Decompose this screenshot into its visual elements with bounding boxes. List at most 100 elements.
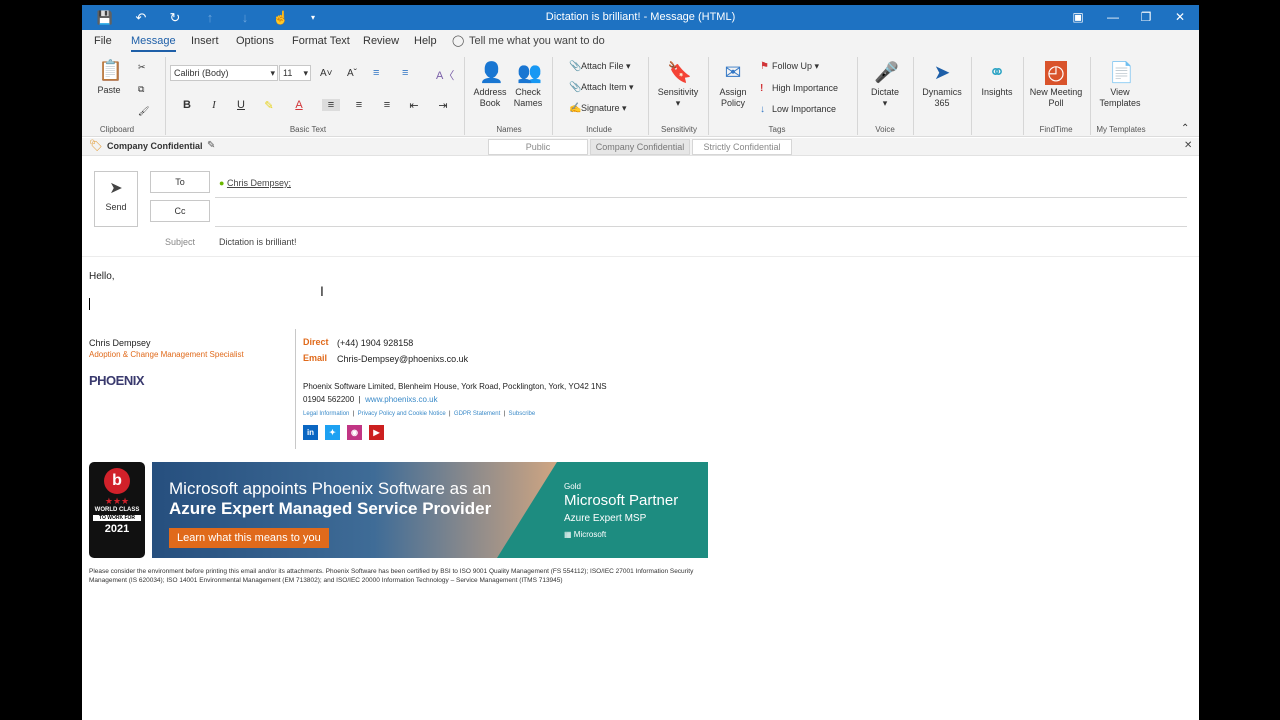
tab-review[interactable]: Review [363,35,399,47]
tell-me-search[interactable]: Tell me what you want to do [469,35,605,47]
font-color-icon[interactable]: A [290,99,308,111]
outlook-message-window: 💾 ↶ ↻ ↑ ↓ ☝ ▾ Dictation is brilliant! - … [82,5,1199,720]
align-right-icon[interactable]: ≡ [378,99,396,111]
send-icon: ➤ [109,180,123,197]
subscribe-link[interactable]: Subscribe [509,411,536,417]
promo-banner[interactable]: Microsoft appoints Phoenix Software as a… [152,462,708,558]
close-bar-icon[interactable]: ✕ [1184,140,1192,151]
dynamics-icon: ➤ [933,62,951,84]
dictate-button[interactable]: 🎤 Dictate ▾ [865,61,905,109]
subject-label: Subject [165,237,196,247]
copy-icon[interactable]: ⧉ [138,84,144,95]
sensitivity-option-public[interactable]: Public [488,139,588,155]
shrink-font-icon[interactable]: Aˇ [347,68,357,79]
to-button[interactable]: To [150,171,210,193]
divider [464,57,465,135]
banner-msp: Azure Expert MSP [564,513,647,524]
flag-icon: ⚑ [760,61,769,72]
tab-message[interactable]: Message [131,35,176,52]
linkedin-icon[interactable]: in [303,425,318,440]
bold-icon[interactable]: B [178,99,196,111]
font-size-select[interactable]: 11 ▾ [279,65,311,81]
paste-label: Paste [97,85,121,95]
sensitivity-option-strictly-confidential[interactable]: Strictly Confidential [692,139,792,155]
address-book-button[interactable]: 👤 Address Book [470,61,510,109]
highlight-icon[interactable]: ✎ [260,99,278,112]
divider [913,57,914,135]
new-meeting-poll-button[interactable]: ◴ New Meeting Poll [1028,61,1084,109]
phoenix-logo: PHOENIX [89,373,145,388]
check-names-button[interactable]: 👥 Check Names [510,61,546,109]
cc-field[interactable] [215,202,1187,222]
format-painter-icon[interactable]: 🖌 [138,106,149,117]
paste-button[interactable]: 📋 Paste [94,59,124,96]
view-templates-button[interactable]: 📄 View Templates [1096,61,1144,109]
italic-icon[interactable]: I [205,99,223,111]
tab-format-text[interactable]: Format Text [292,35,350,47]
gdpr-statement-link[interactable]: GDPR Statement [454,411,500,417]
subject-field[interactable]: Dictation is brilliant! [219,237,297,247]
privacy-policy-link[interactable]: Privacy Policy and Cookie Notice [358,411,446,417]
youtube-icon[interactable]: ▶ [369,425,384,440]
increase-indent-icon[interactable]: ⇥ [434,99,452,112]
follow-up-button[interactable]: ⚑ Follow Up ▾ [760,61,819,72]
check-names-icon: 👥 [517,62,542,84]
low-importance-button[interactable]: ↓ Low Importance [760,104,836,115]
restore-icon[interactable]: ❐ [1132,8,1160,27]
insights-button[interactable]: ⚭ Insights [978,61,1016,98]
divider [1090,57,1091,135]
close-icon[interactable]: ✕ [1166,8,1194,27]
website-link[interactable]: www.phoenixs.co.uk [365,395,437,404]
bullets-icon[interactable]: ≡ [373,67,379,79]
meeting-poll-icon: ◴ [1045,61,1067,85]
tab-file[interactable]: File [94,35,112,47]
stars-icon: ★★★ [104,496,130,506]
high-importance-button[interactable]: ! High Importance [760,83,838,94]
twitter-icon[interactable]: ✦ [325,425,340,440]
edit-icon[interactable]: ✎ [207,140,215,151]
instagram-icon[interactable]: ◉ [347,425,362,440]
decrease-indent-icon[interactable]: ⇤ [405,99,423,112]
attach-file-button[interactable]: 📎Attach File ▾ [569,61,631,72]
legal-information-link[interactable]: Legal Information [303,411,349,417]
styles-icon[interactable]: A〈 [436,67,454,83]
to-field[interactable]: ● Chris Dempsey; [219,178,291,188]
tab-help[interactable]: Help [414,35,437,47]
banner-gold: Gold [564,482,581,491]
microphone-icon: 🎤 [874,62,899,84]
templates-group-label: My Templates [1096,125,1146,134]
align-left-icon[interactable]: ≡ [322,99,340,111]
banner-cta-button[interactable]: Learn what this means to you [169,528,329,548]
menu-bar: File Message Insert Options Format Text … [82,30,1199,53]
paste-icon: 📋 [98,60,123,82]
divider [552,57,553,135]
paperclip-icon: 📎 [569,61,582,72]
minimize-icon[interactable]: — [1099,8,1127,27]
email-address[interactable]: Chris-Dempsey@phoenixs.co.uk [337,354,468,364]
assign-policy-button[interactable]: ✉ Assign Policy [714,61,752,109]
cc-button[interactable]: Cc [150,200,210,222]
cut-icon[interactable]: ✂ [138,62,146,73]
sensitivity-option-company-confidential[interactable]: Company Confidential [590,139,690,155]
dynamics-365-button[interactable]: ➤ Dynamics 365 [918,61,966,109]
tab-options[interactable]: Options [236,35,274,47]
b-logo-icon: b [104,468,130,494]
insights-icon: ⚭ [988,62,1006,84]
presence-icon: ● [219,178,225,188]
attach-item-button[interactable]: 📎Attach Item ▾ [569,82,634,93]
tab-insert[interactable]: Insert [191,35,219,47]
signature-button[interactable]: ✍Signature ▾ [569,103,627,114]
numbering-icon[interactable]: ≡ [402,67,408,79]
send-button[interactable]: ➤ Send [94,171,138,227]
font-name-select[interactable]: Calibri (Body) ▾ [170,65,278,81]
align-center-icon[interactable]: ≡ [350,99,368,111]
badge-year: 2021 [104,523,130,535]
collapse-ribbon-icon[interactable]: ⌃ [1181,123,1189,134]
grow-font-icon[interactable]: A˅ [320,68,333,79]
window-title: Dictation is brilliant! - Message (HTML) [545,11,736,23]
ribbon-display-options-icon[interactable]: ▣ [1064,8,1092,27]
address-book-icon: 👤 [479,62,504,84]
sensitivity-button[interactable]: 🔖 Sensitivity ▾ [654,61,702,109]
sensitivity-icon: 🔖 [667,62,692,84]
underline-icon[interactable]: U [232,99,250,111]
